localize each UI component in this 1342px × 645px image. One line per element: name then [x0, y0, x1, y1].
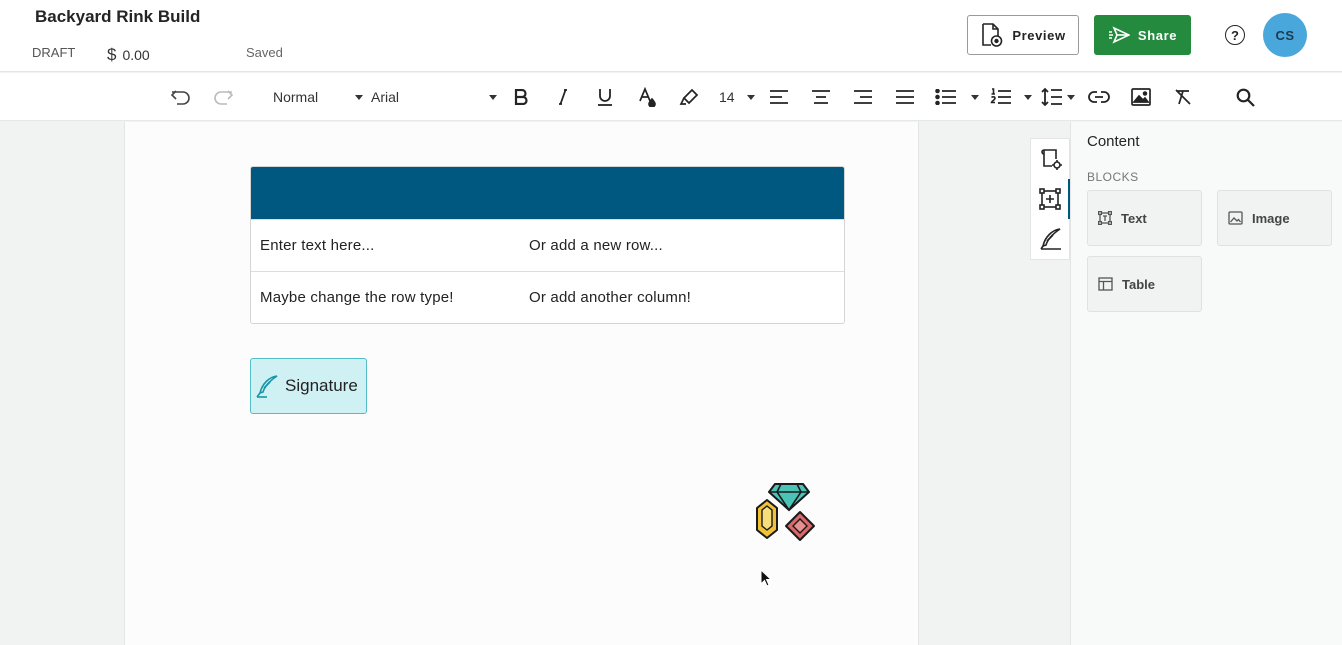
redo-icon — [214, 90, 233, 105]
content-panel: Content BLOCKS Text Image Table — [1070, 122, 1342, 645]
text-color-button[interactable] — [636, 73, 658, 121]
insert-image-button[interactable] — [1129, 73, 1153, 121]
insert-link-button[interactable] — [1087, 73, 1111, 121]
gems-icon — [756, 483, 815, 541]
save-state: Saved — [246, 45, 283, 60]
panel-title: Content — [1087, 133, 1140, 150]
share-label: Share — [1137, 27, 1178, 43]
table-cell[interactable]: Or add another column! — [520, 289, 789, 306]
table-block-label: Table — [1122, 276, 1155, 292]
avatar[interactable]: CS — [1263, 13, 1307, 57]
align-left-button[interactable] — [767, 73, 791, 121]
undo-icon — [171, 90, 190, 105]
preview-button[interactable]: Preview — [967, 15, 1079, 55]
chevron-down-icon — [355, 94, 363, 100]
font-size-value: 14 — [719, 89, 735, 105]
signature-block[interactable]: Signature — [250, 358, 367, 414]
table-cell[interactable]: Or add a new row... — [520, 237, 789, 254]
image-block-icon — [1228, 211, 1243, 225]
chevron-down-icon — [747, 94, 755, 100]
mouse-cursor-icon — [760, 569, 772, 587]
clear-format-button[interactable] — [1171, 73, 1195, 121]
highlight-button[interactable] — [677, 73, 701, 121]
bullet-list-button[interactable] — [935, 73, 979, 121]
font-family-value: Arial — [371, 89, 400, 105]
help-icon[interactable]: ? — [1225, 25, 1245, 45]
underline-icon — [598, 89, 612, 106]
chevron-down-icon — [1067, 94, 1075, 100]
italic-icon — [559, 89, 567, 105]
table-block-icon — [1098, 277, 1113, 291]
tab-content[interactable] — [1031, 179, 1070, 219]
price-value: 0.00 — [122, 47, 150, 63]
line-spacing-icon — [1041, 87, 1062, 107]
formatting-toolbar: Normal Arial 14 — [0, 73, 1342, 121]
align-left-icon — [770, 90, 788, 104]
align-center-icon — [812, 90, 830, 104]
pen-icon — [256, 375, 278, 398]
table-block-button[interactable]: Table — [1087, 256, 1202, 312]
preview-label: Preview — [1012, 27, 1066, 43]
app-header: Backyard Rink Build DRAFT $0.00 Saved Pr… — [0, 0, 1342, 72]
blocks-section-label: BLOCKS — [1087, 170, 1139, 184]
table-header-row[interactable] — [251, 167, 844, 219]
italic-button[interactable] — [553, 73, 573, 121]
table-row[interactable]: Maybe change the row type! Or add anothe… — [251, 271, 844, 323]
panel-tabs — [1030, 138, 1070, 260]
preview-icon — [982, 23, 1003, 47]
tab-signature[interactable] — [1031, 219, 1070, 259]
document-settings-icon — [1040, 149, 1062, 170]
add-block-icon — [1038, 188, 1061, 210]
search-icon — [1236, 88, 1255, 107]
send-icon — [1108, 26, 1130, 44]
image-block-button[interactable]: Image — [1217, 190, 1332, 246]
chevron-down-icon — [971, 94, 979, 100]
align-right-button[interactable] — [851, 73, 875, 121]
text-block-label: Text — [1121, 210, 1147, 226]
table-cell[interactable]: Maybe change the row type! — [251, 289, 520, 306]
image-block-label: Image — [1252, 210, 1290, 226]
document-page[interactable]: Enter text here... Or add a new row... M… — [124, 122, 919, 645]
tab-document-settings[interactable] — [1031, 139, 1070, 179]
highlight-icon — [679, 88, 699, 105]
status-badge: DRAFT — [32, 45, 76, 60]
table-cell[interactable]: Enter text here... — [251, 237, 520, 254]
paragraph-style-select[interactable]: Normal — [273, 73, 363, 121]
currency-symbol: $ — [107, 45, 117, 64]
chevron-down-icon — [1024, 94, 1032, 100]
text-color-icon — [639, 87, 656, 107]
link-icon — [1088, 91, 1110, 103]
document-value[interactable]: $0.00 — [107, 45, 150, 65]
bold-button[interactable] — [510, 73, 532, 121]
justify-icon — [896, 90, 914, 104]
content-table[interactable]: Enter text here... Or add a new row... M… — [250, 166, 845, 324]
justify-button[interactable] — [893, 73, 917, 121]
underline-button[interactable] — [594, 73, 616, 121]
chevron-down-icon — [489, 94, 497, 100]
table-row[interactable]: Enter text here... Or add a new row... — [251, 219, 844, 271]
image-icon — [1131, 88, 1151, 106]
align-right-icon — [854, 90, 872, 104]
redo-button[interactable] — [210, 73, 236, 121]
line-spacing-button[interactable] — [1041, 73, 1075, 121]
share-button[interactable]: Share — [1094, 15, 1191, 55]
document-title[interactable]: Backyard Rink Build — [35, 7, 200, 27]
font-size-select[interactable]: 14 — [719, 73, 755, 121]
bold-icon — [514, 89, 528, 105]
undo-button[interactable] — [168, 73, 194, 121]
clear-format-icon — [1175, 89, 1191, 105]
signature-label: Signature — [285, 376, 358, 395]
numbered-list-button[interactable] — [990, 73, 1032, 121]
bullet-list-icon — [935, 89, 956, 105]
signature-pen-icon — [1039, 228, 1061, 250]
paragraph-style-value: Normal — [273, 89, 319, 105]
text-block-icon — [1098, 211, 1112, 225]
text-block-button[interactable]: Text — [1087, 190, 1202, 246]
align-center-button[interactable] — [809, 73, 833, 121]
numbered-list-icon — [990, 88, 1011, 104]
search-button[interactable] — [1233, 73, 1257, 121]
font-family-select[interactable]: Arial — [371, 73, 497, 121]
